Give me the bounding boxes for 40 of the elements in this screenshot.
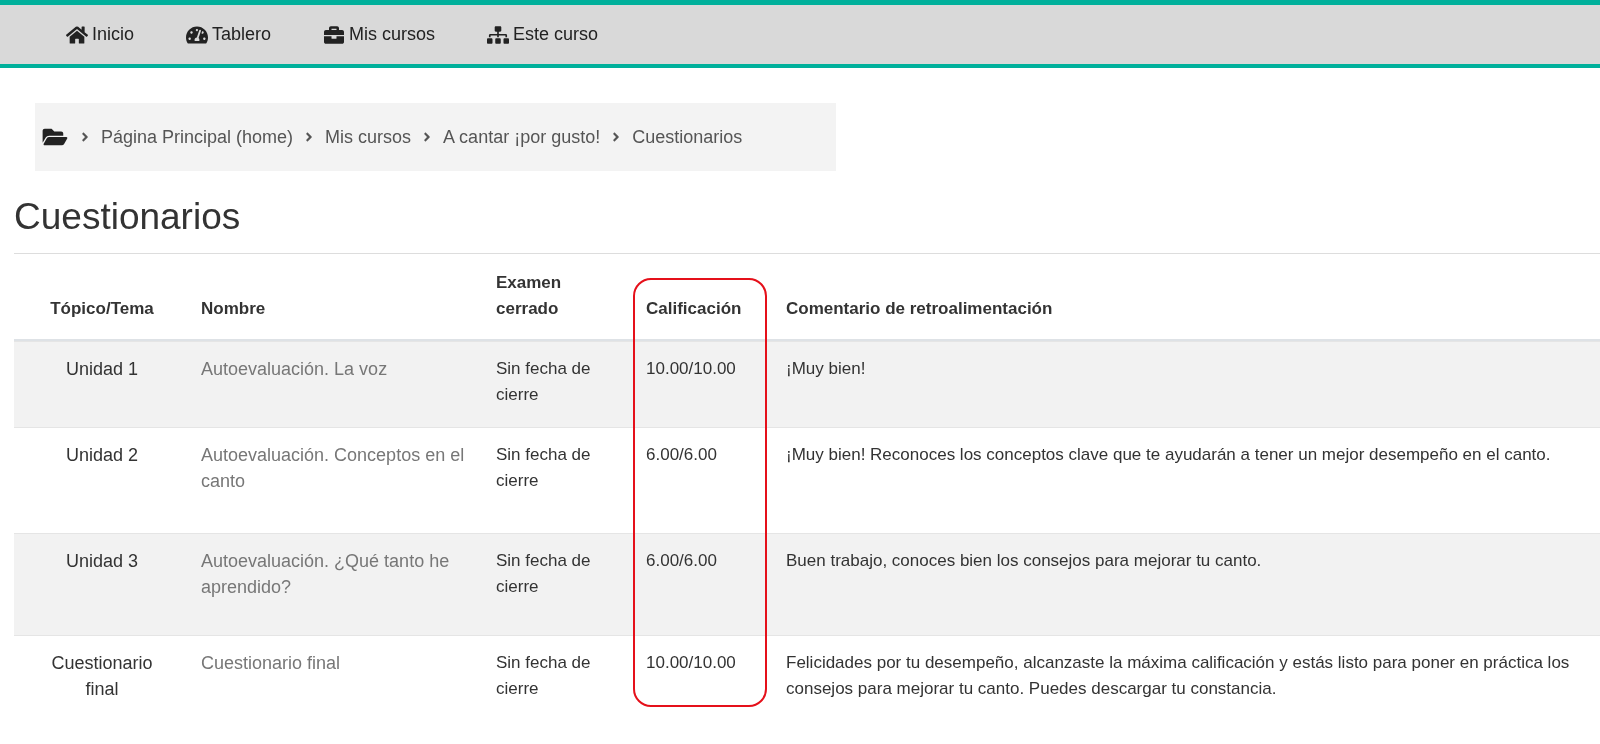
nav-link[interactable]: Inicio xyxy=(66,21,135,48)
column-header: Tópico/Tema xyxy=(50,298,154,320)
table-cell: 10.00/10.00 xyxy=(646,359,736,378)
table-cell-text: Unidad 2 xyxy=(64,444,140,467)
quiz-link[interactable]: Autoevaluación. La voz xyxy=(201,356,474,382)
table-cell: Sin fecha de cierre xyxy=(496,359,591,404)
table-cell: Sin fecha de cierre xyxy=(496,653,591,698)
nav-link[interactable]: Tablero xyxy=(186,21,272,48)
table-cell: Sin fecha de cierre xyxy=(496,551,591,596)
sitemap-icon xyxy=(487,24,510,45)
table-cell-text: Unidad 3 xyxy=(64,550,140,573)
breadcrumb-link[interactable]: Cuestionarios xyxy=(632,123,743,151)
table-cell-text: Unidad 1 xyxy=(64,358,140,381)
table-cell: Felicidades por tu desempeño, alcanzaste la máxima calificación y estás listo para poner en práctica los consejos para mejorar tu canto. Puedes descargar tu constancia. xyxy=(786,653,1570,698)
breadcrumb-link[interactable]: A cantar ¡por gusto! xyxy=(443,123,601,151)
quiz-link[interactable]: Autoevaluación. Conceptos en el canto xyxy=(201,442,474,494)
table-cell: ¡Muy bien! xyxy=(786,359,866,378)
page-title: Cuestionarios xyxy=(14,193,1600,254)
breadcrumb-link[interactable]: Mis cursos xyxy=(325,123,412,151)
table-cell: Buen trabajo, conoces bien los consejos para mejorar tu canto. xyxy=(786,551,1262,570)
home-icon xyxy=(66,24,88,45)
quiz-link[interactable]: Cuestionario final xyxy=(201,650,474,676)
briefcase-icon xyxy=(323,24,346,45)
chevron-icon xyxy=(79,130,91,144)
table-cell-text: Cuestionario final xyxy=(50,652,154,701)
gauge-icon xyxy=(186,24,209,45)
table-cell: Sin fecha de cierre xyxy=(496,445,591,490)
nav-link[interactable]: Mis cursos xyxy=(323,21,436,48)
column-header: Nombre xyxy=(201,298,266,320)
column-header: Calificación xyxy=(646,298,742,320)
table-cell: ¡Muy bien! Reconoces los conceptos clave que te ayudarán a tener un mejor desempeño en el canto. xyxy=(786,445,1551,464)
table-cell: 6.00/6.00 xyxy=(646,551,717,570)
column-header: Examen cerrado xyxy=(496,272,562,320)
folder-icon xyxy=(41,126,69,148)
table-cell: 6.00/6.00 xyxy=(646,445,717,464)
table-cell: 10.00/10.00 xyxy=(646,653,736,672)
quiz-link[interactable]: Autoevaluación. ¿Qué tanto he aprendido? xyxy=(201,548,474,600)
nav-link[interactable]: Este curso xyxy=(487,21,599,48)
column-header: Comentario de retroalimentación xyxy=(786,298,1053,320)
breadcrumb-link[interactable]: Página Principal (home) xyxy=(101,123,294,151)
